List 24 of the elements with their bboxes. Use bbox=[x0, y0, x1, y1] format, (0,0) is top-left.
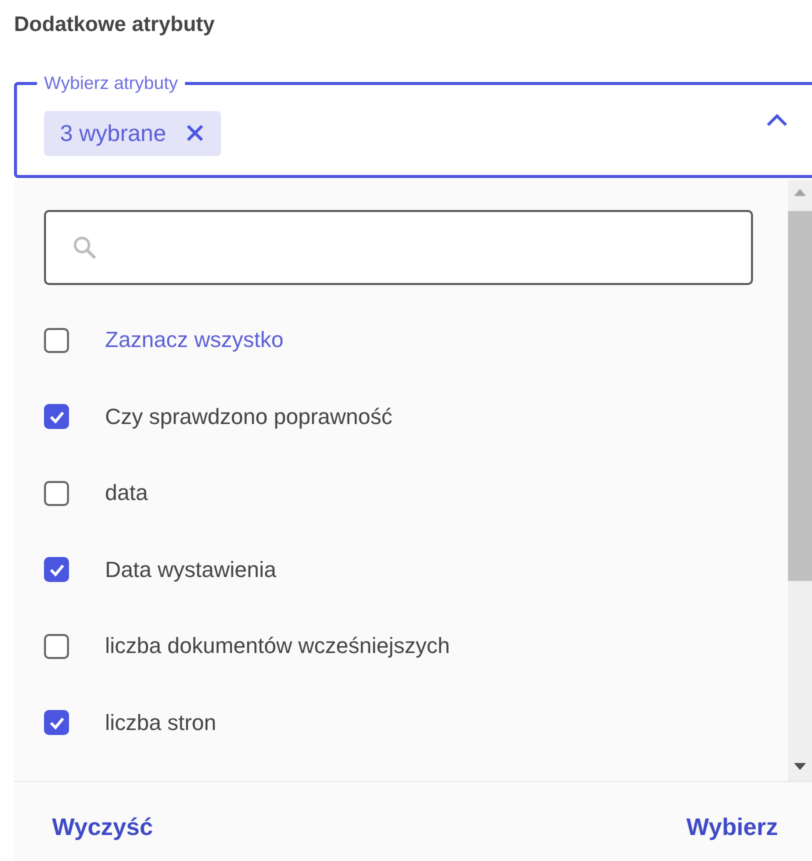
option-label[interactable]: liczba stron bbox=[105, 710, 216, 736]
scrollbar-thumb[interactable] bbox=[788, 211, 812, 581]
checkbox[interactable] bbox=[44, 404, 69, 430]
chip-text: 3 wybrane bbox=[60, 120, 166, 146]
option-label[interactable]: data bbox=[105, 480, 148, 506]
option-label[interactable]: Czy sprawdzono poprawność bbox=[105, 404, 392, 430]
checkbox[interactable] bbox=[44, 710, 69, 736]
checkbox[interactable] bbox=[44, 328, 69, 353]
option-label[interactable]: Zaznacz wszystko bbox=[105, 327, 284, 354]
scroll-down-icon[interactable] bbox=[794, 763, 806, 771]
close-icon[interactable] bbox=[186, 124, 204, 142]
scrollbar[interactable] bbox=[788, 180, 812, 781]
field-label: Wybierz atrybuty bbox=[37, 73, 185, 93]
checkbox[interactable] bbox=[44, 557, 69, 582]
confirm-button[interactable]: Wybierz bbox=[686, 810, 778, 846]
chevron-icon[interactable] bbox=[766, 113, 788, 127]
checkbox[interactable] bbox=[44, 634, 69, 659]
option-label[interactable]: liczba dokumentów wcześniejszych bbox=[105, 633, 450, 660]
option-label[interactable]: Data wystawienia bbox=[105, 556, 276, 583]
checkbox[interactable] bbox=[44, 480, 69, 506]
search-icon bbox=[72, 234, 98, 260]
section-title: Dodatkowe atrybuty bbox=[14, 12, 216, 38]
clear-button[interactable]: Wyczyść bbox=[52, 810, 153, 846]
search-field[interactable] bbox=[44, 210, 753, 285]
